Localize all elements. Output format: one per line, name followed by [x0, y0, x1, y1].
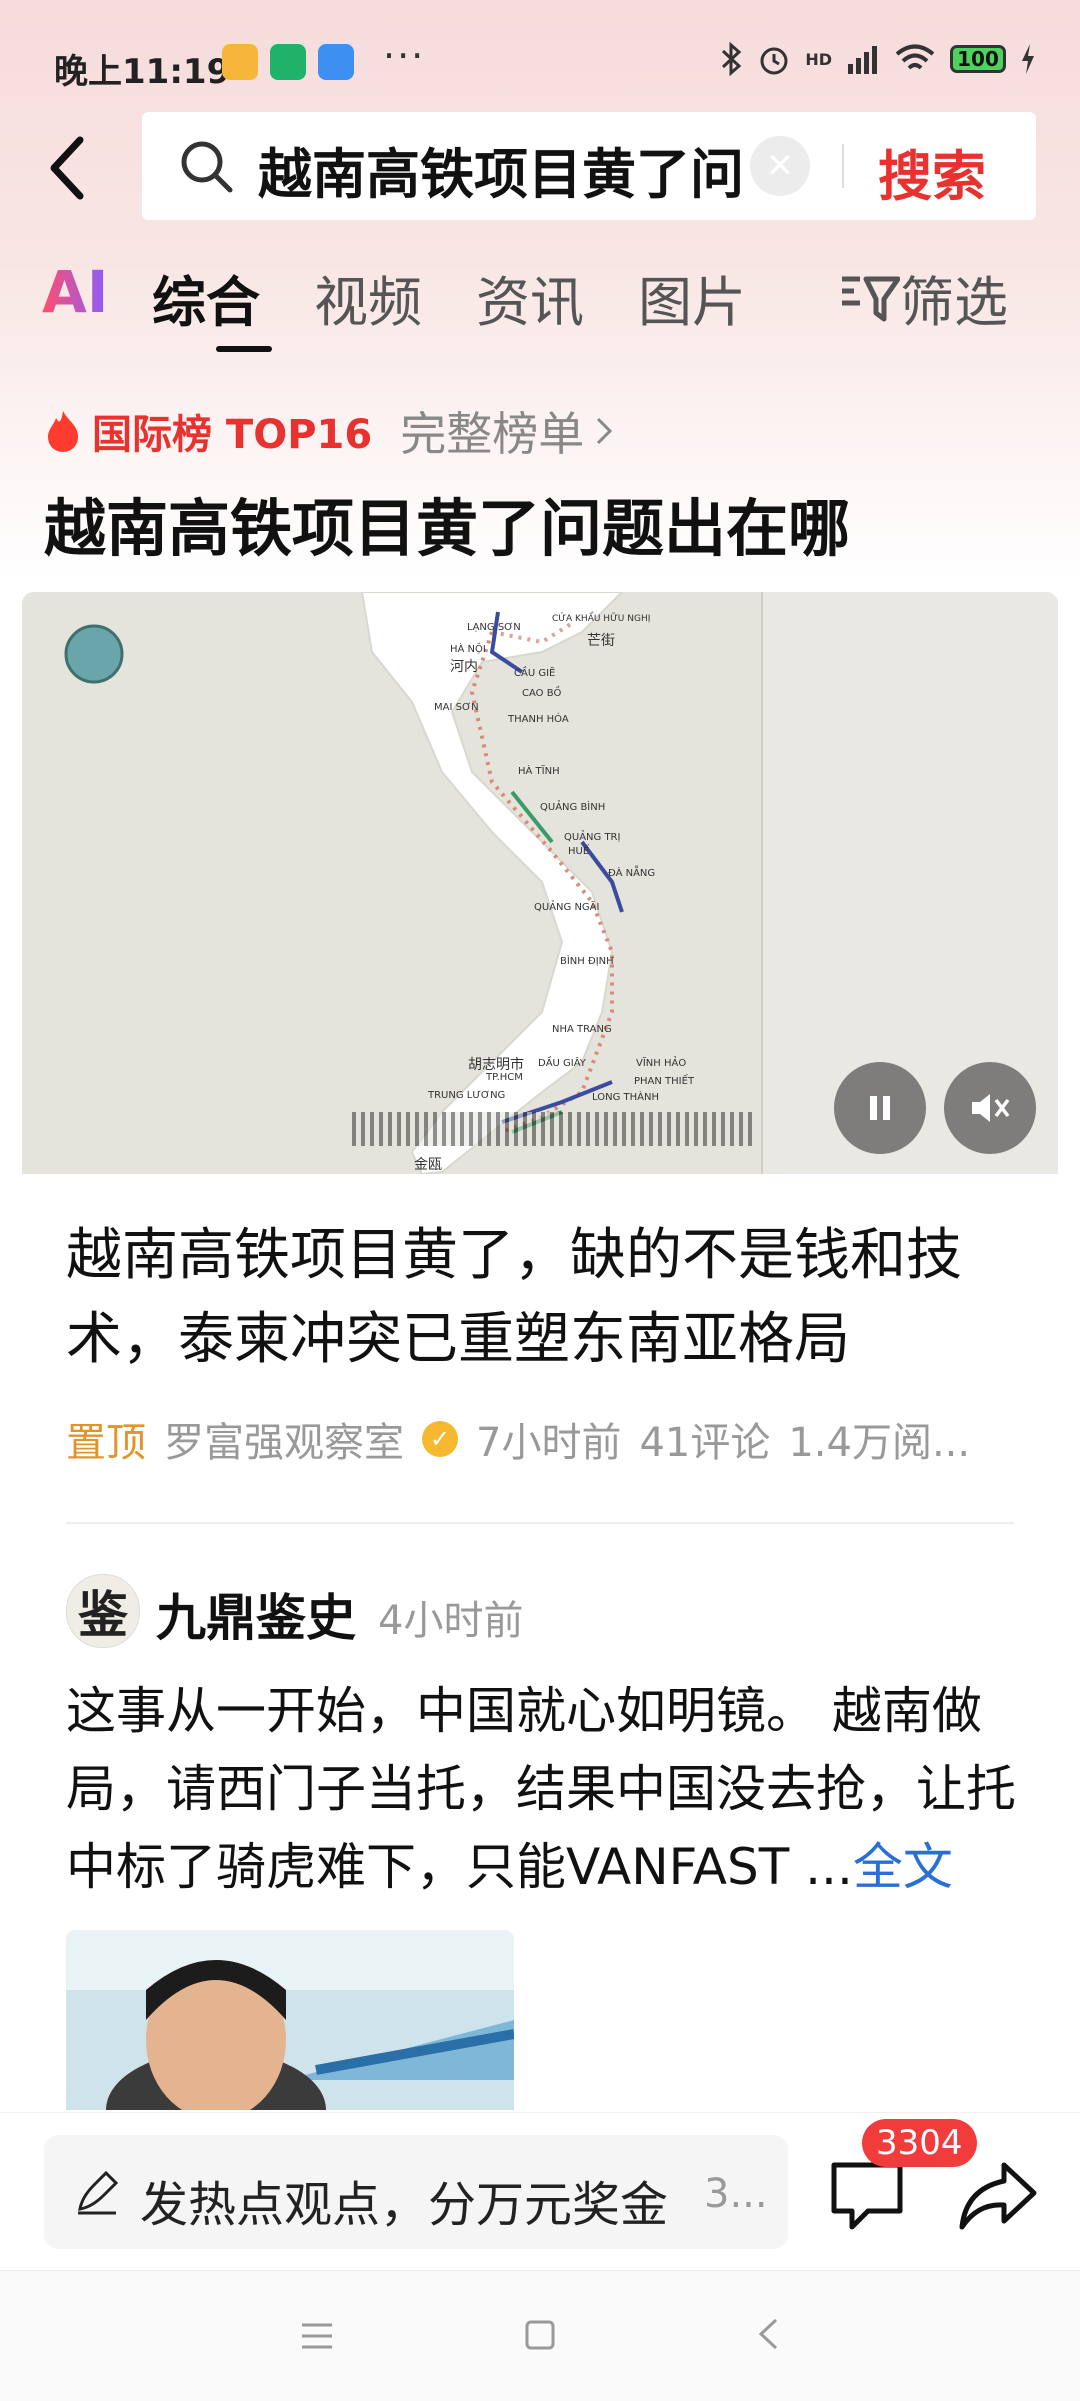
shield-icon — [270, 44, 306, 80]
post-image[interactable] — [66, 1930, 514, 2110]
home-icon[interactable] — [524, 2319, 556, 2351]
system-nav-bar — [0, 2270, 1080, 2401]
cloud-icon — [318, 44, 354, 80]
post-image-graphic — [66, 1930, 514, 2110]
map-label: BÌNH ĐỊNH — [560, 956, 614, 967]
comment-icon[interactable] — [828, 2159, 906, 2231]
search-divider — [842, 144, 844, 188]
map-label: MAI SƠN — [434, 702, 479, 713]
map-label: QUẢNG TRỊ — [564, 832, 621, 843]
map-label: HUẾ — [568, 846, 590, 857]
article-comments: 41评论 — [639, 1420, 771, 1466]
tab-video[interactable]: 视频 — [314, 258, 422, 337]
result-tabs: AI 综合 视频 资讯 图片 筛选 — [42, 258, 1042, 352]
map-label: HÀ TĨNH — [518, 766, 560, 777]
post-time: 4小时前 — [378, 1598, 524, 1644]
bluetooth-icon — [722, 42, 742, 76]
full-list-link[interactable]: 完整榜单 — [400, 398, 584, 464]
verified-badge-icon: ✓ — [422, 1421, 458, 1457]
share-icon[interactable] — [958, 2159, 1038, 2231]
app-notification-icon — [222, 44, 258, 80]
tab-overall[interactable]: 综合 — [152, 258, 260, 337]
map-label: PHAN THIẾT — [634, 1076, 695, 1087]
wifi-icon — [895, 44, 935, 70]
article-reads: 1.4万阅... — [788, 1420, 971, 1466]
search-icon — [181, 141, 233, 193]
map-label: NHA TRANG — [552, 1024, 612, 1035]
back-arrow-icon[interactable] — [40, 128, 96, 208]
read-more-link[interactable]: 全文 — [853, 1838, 953, 1896]
pause-button[interactable] — [834, 1062, 926, 1154]
map-label: HÀ NỘI — [450, 644, 486, 655]
tab-images[interactable]: 图片 — [638, 258, 746, 337]
map-label: DẦU GIÂY — [538, 1058, 586, 1069]
map-label: CẦU GIẼ — [514, 668, 556, 679]
status-bar: 晚上11:19 ··· HD 100 — [0, 0, 1080, 128]
status-time: 晚上11:19 — [54, 52, 231, 92]
pen-icon — [78, 2170, 119, 2215]
map-label: QUẢNG BÌNH — [540, 802, 606, 813]
comment-input[interactable]: 发热点观点，分万元奖金 3... — [44, 2135, 788, 2249]
map-label: 金瓯 — [414, 1157, 442, 1173]
clear-search-icon[interactable]: ✕ — [750, 136, 810, 196]
map-label: QUẢNG NGÃI — [534, 902, 600, 913]
map-label: ĐÀ NẴNG — [608, 868, 656, 879]
tab-ai[interactable]: AI — [42, 258, 108, 326]
rank-label: 国际榜 TOP16 — [92, 412, 373, 458]
map-label: CAO BỒ — [522, 688, 562, 699]
more-notifications-icon: ··· — [383, 34, 426, 78]
search-button[interactable]: 搜索 — [878, 132, 986, 211]
pinned-label: 置顶 — [66, 1420, 146, 1466]
battery-icon: 100 — [950, 45, 1006, 73]
mute-button[interactable] — [944, 1062, 1036, 1154]
tab-news[interactable]: 资讯 — [476, 258, 584, 337]
comment-placeholder-suffix: 3... — [704, 2171, 768, 2217]
article-source[interactable]: 罗富强观察室 — [164, 1410, 404, 1468]
article-time: 7小时前 — [476, 1420, 622, 1466]
filter-icon — [842, 276, 901, 322]
section-divider — [66, 1522, 1014, 1524]
post-body[interactable]: 这事从一开始，中国就心如明镜。 越南做局，请西门子当托，结果中国没去抢，让托中标… — [66, 1672, 1026, 1906]
article-meta: 置顶 罗富强观察室 ✓ 7小时前 41评论 1.4万阅... — [66, 1410, 970, 1468]
map-label: 芒街 — [587, 633, 615, 649]
rank-badge[interactable]: 国际榜 TOP16 完整榜单 — [44, 398, 614, 464]
source-name: 罗富强观察室 — [164, 1420, 404, 1466]
signal-icon — [848, 46, 877, 74]
map-label: TRUNG LƯƠNG — [428, 1090, 506, 1101]
avatar[interactable]: 鉴 — [66, 1574, 140, 1648]
map-label: LONG THÀNH — [592, 1092, 659, 1103]
post-author[interactable]: 九鼎鉴史 — [156, 1578, 356, 1650]
back-nav-icon[interactable] — [756, 2317, 780, 2351]
charging-icon — [1022, 44, 1034, 74]
map-label: TP.HCM — [486, 1072, 523, 1083]
page-title: 越南高铁项目黄了问题出在哪 — [44, 492, 851, 565]
map-label: THANH HÓA — [508, 714, 569, 725]
map-label: LẠNG SƠN — [467, 622, 521, 633]
article-title[interactable]: 越南高铁项目黄了，缺的不是钱和技术，泰柬冲突已重塑东南亚格局 — [66, 1214, 1016, 1382]
map-label: VĨNH HẢO — [636, 1058, 687, 1069]
active-tab-indicator — [216, 346, 272, 352]
flame-icon — [48, 411, 78, 452]
alarm-icon — [760, 47, 788, 75]
bottom-action-bar: 发热点观点，分万元奖金 3... 3304 — [0, 2112, 1080, 2271]
video-player[interactable]: LẠNG SƠN CỬA KHẨU HỮU NGHỊ HÀ NỘI 河内 芒街 … — [22, 592, 1058, 1174]
map-label: 胡志明市 — [468, 1057, 524, 1073]
map-label: 河内 — [450, 659, 478, 675]
tab-filter[interactable]: 筛选 — [840, 258, 1008, 337]
pause-icon — [870, 1096, 890, 1120]
filter-label: 筛选 — [900, 271, 1008, 334]
comment-placeholder: 发热点观点，分万元奖金 — [140, 2177, 669, 2233]
network-type: HD — [805, 49, 832, 69]
chevron-right-icon — [597, 417, 613, 445]
muted-speaker-icon — [972, 1094, 1010, 1122]
battery-level: 100 — [957, 47, 999, 71]
avatar-char: 鉴 — [78, 1586, 128, 1644]
menu-icon[interactable] — [300, 2321, 334, 2351]
map-label: CỬA KHẨU HỮU NGHỊ — [552, 614, 651, 624]
search-bar[interactable]: 越南高铁项目黄了问 ✕ 搜索 — [142, 112, 1036, 220]
blurred-subtitle — [352, 1112, 752, 1146]
